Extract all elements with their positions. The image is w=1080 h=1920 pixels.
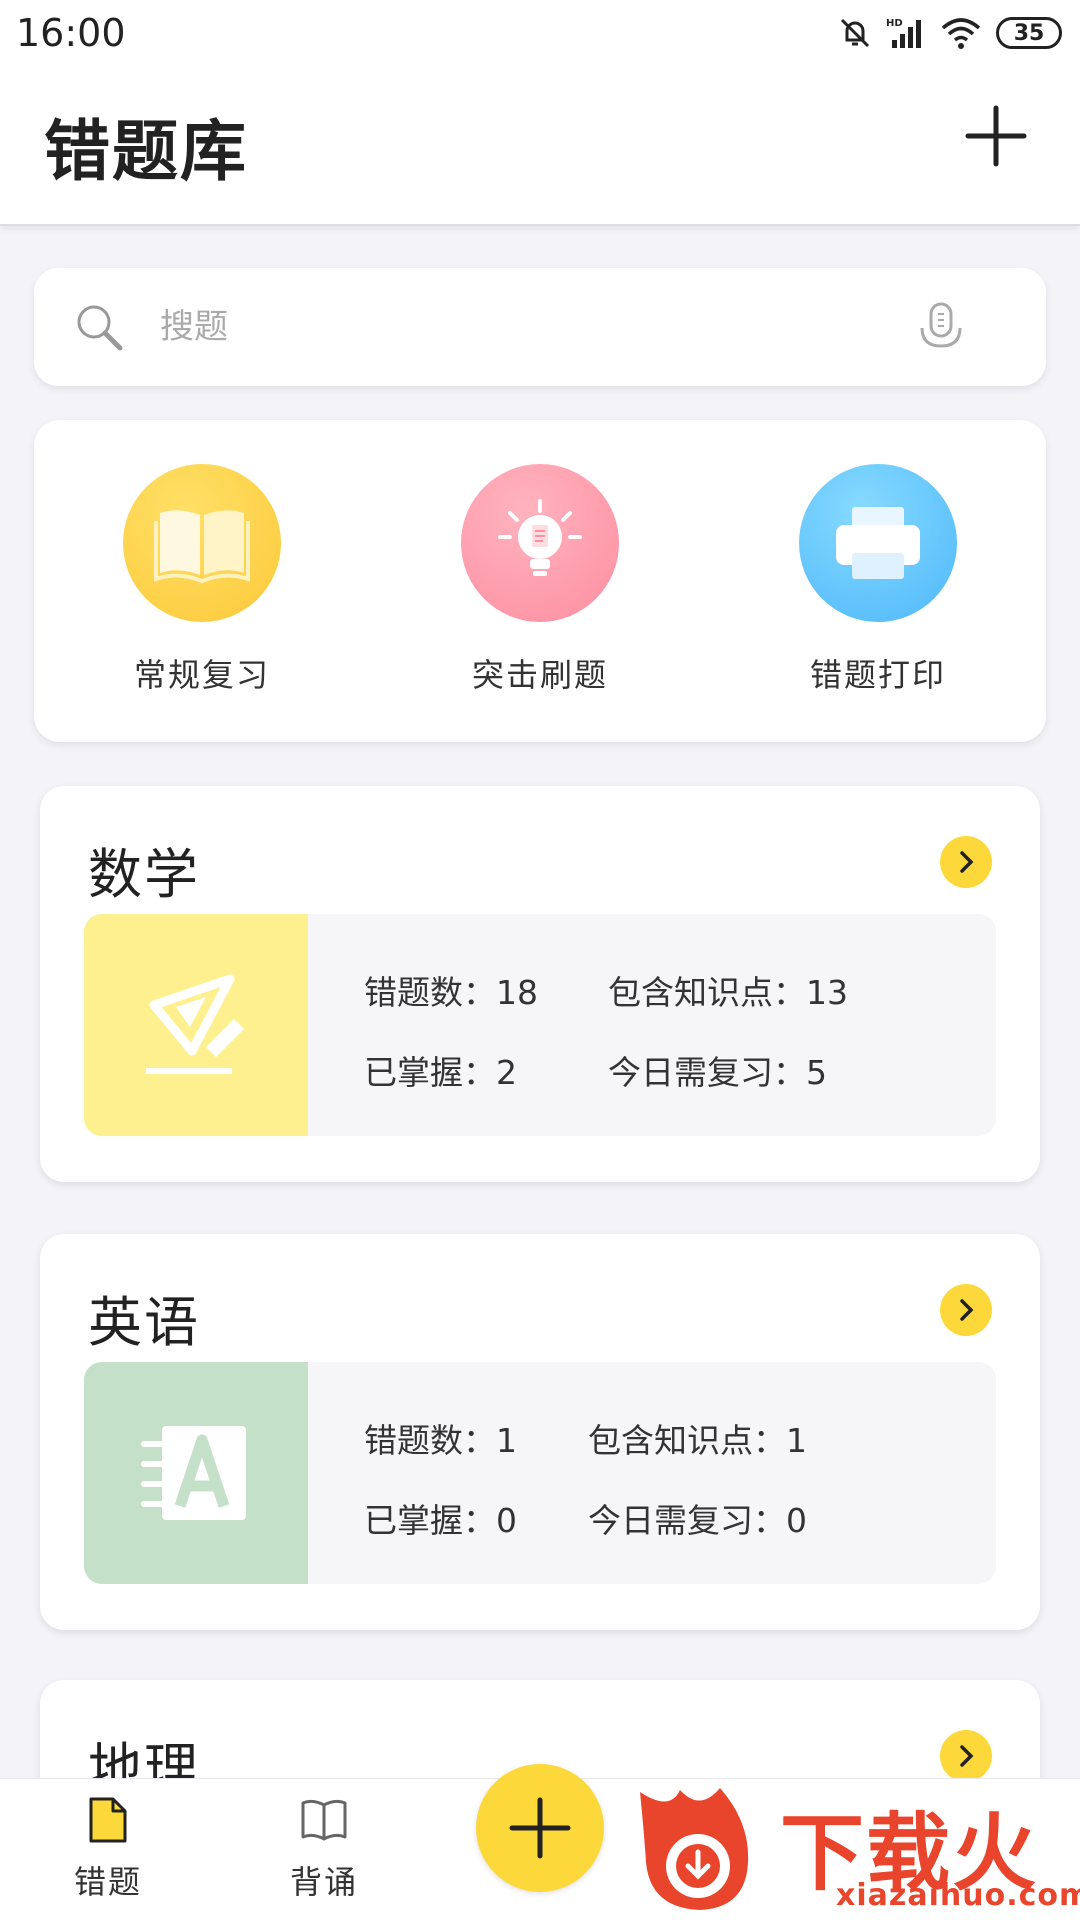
search-icon	[77, 305, 123, 351]
svg-text:HD: HD	[886, 18, 903, 29]
add-icon[interactable]	[964, 104, 1028, 168]
knowledge-count: 包含知识点：1	[588, 1421, 807, 1460]
intensive-practice-button[interactable]: 突击刷题	[420, 464, 660, 714]
quick-action-label: 常规复习	[133, 656, 270, 694]
wifi-icon	[941, 18, 981, 49]
chevron-right-icon[interactable]	[940, 836, 992, 888]
regular-review-button[interactable]: 常规复习	[82, 464, 322, 714]
print-wrong-questions-button[interactable]: 错题打印	[758, 464, 998, 714]
battery-indicator: 35	[996, 17, 1062, 49]
quick-actions-card: 常规复习 突击刷题 错题打印	[34, 420, 1046, 742]
nav-item-recite[interactable]: 背诵	[254, 1795, 394, 1915]
mute-bell-icon	[840, 18, 870, 48]
flame-logo-icon	[640, 1788, 749, 1910]
nav-label: 背诵	[289, 1863, 358, 1901]
wrong-count: 错题数：18	[364, 973, 538, 1012]
lightbulb-icon	[461, 464, 619, 622]
review-count: 今日需复习：0	[588, 1501, 807, 1540]
quick-action-label: 错题打印	[809, 656, 946, 694]
search-input[interactable]	[160, 294, 900, 360]
signal-icon: HD	[886, 18, 921, 48]
status-bar: 16:00 HD 35	[0, 0, 1080, 66]
printer-icon	[799, 464, 957, 622]
page-title: 错题库	[44, 113, 248, 190]
plus-icon	[509, 1797, 571, 1859]
chevron-right-icon[interactable]	[940, 1284, 992, 1336]
mastered-count: 已掌握：0	[364, 1501, 517, 1540]
add-wrong-question-button[interactable]	[476, 1764, 604, 1892]
watermark-url: xiazaihuo.com	[836, 1878, 1080, 1913]
chevron-right-icon[interactable]	[940, 1730, 992, 1782]
mastered-count: 已掌握：2	[364, 1053, 517, 1092]
subject-stats-panel: 错题数：18 包含知识点：13 已掌握：2 今日需复习：5	[84, 914, 996, 1136]
status-icons: HD 35	[838, 16, 1062, 50]
app-header: 错题库	[0, 66, 1080, 226]
status-time: 16:00	[16, 11, 126, 55]
document-icon	[89, 1797, 127, 1843]
review-count: 今日需复习：5	[608, 1053, 827, 1092]
triangle-ruler-icon	[84, 914, 308, 1136]
watermark: 下载火 xiazaihuo.com	[630, 1782, 1080, 1916]
microphone-icon[interactable]	[916, 300, 966, 354]
wrong-count: 错题数：1	[364, 1421, 517, 1460]
subject-card-english[interactable]: 英语 错题数：1 包含知识点：1 已掌握：0 今日需复习：0	[40, 1234, 1040, 1630]
subject-title: 数学	[88, 843, 200, 906]
nav-item-wrong-questions[interactable]: 错题	[38, 1795, 178, 1915]
knowledge-count: 包含知识点：13	[608, 973, 848, 1012]
book-icon	[123, 464, 281, 622]
subject-title: 英语	[88, 1291, 200, 1354]
quick-action-label: 突击刷题	[471, 656, 608, 694]
search-box[interactable]	[34, 268, 1046, 386]
open-book-icon	[301, 1799, 347, 1841]
letter-a-notebook-icon	[84, 1362, 308, 1584]
subject-stats-panel: 错题数：1 包含知识点：1 已掌握：0 今日需复习：0	[84, 1362, 996, 1584]
subject-card-math[interactable]: 数学 错题数：18 包含知识点：13 已掌握：2 今日需复习：5	[40, 786, 1040, 1182]
nav-label: 错题	[73, 1863, 142, 1901]
